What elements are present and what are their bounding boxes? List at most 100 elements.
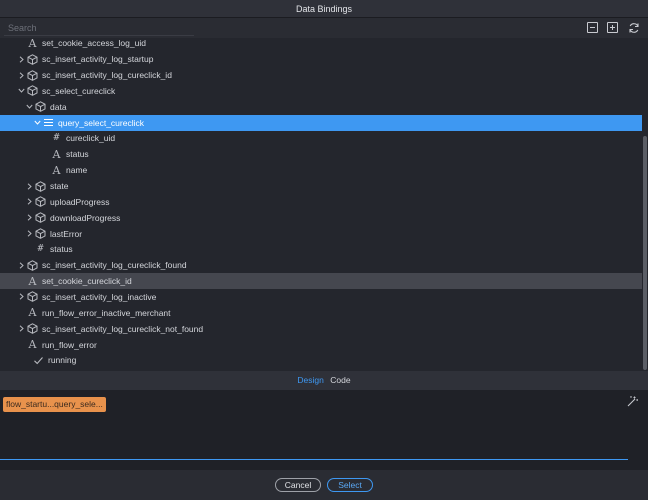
tree-row[interactable]: running: [0, 353, 642, 369]
search-input[interactable]: [4, 20, 194, 36]
expand-all-icon[interactable]: [606, 21, 619, 34]
chevron-right-icon[interactable]: [24, 213, 34, 223]
tree-row-label: sc_insert_activity_log_startup: [42, 54, 154, 65]
tree-row[interactable]: Aname: [0, 162, 642, 178]
chevron-down-icon[interactable]: [24, 102, 34, 112]
binding-token[interactable]: flow_startu...query_sele...: [3, 397, 106, 412]
magic-wand-icon[interactable]: [626, 395, 639, 408]
chevron-right-icon[interactable]: [16, 260, 26, 270]
cube-icon: [34, 100, 47, 113]
number-icon: #: [53, 132, 60, 144]
tree-row-label: sc_insert_activity_log_inactive: [42, 291, 157, 302]
tree-row-label: run_flow_error_inactive_merchant: [42, 307, 171, 318]
text-icon: A: [28, 274, 37, 288]
tree-row-label: downloadProgress: [50, 212, 121, 223]
tree-row-label: name: [66, 165, 88, 176]
cube-icon: [26, 84, 39, 97]
select-button[interactable]: Select: [327, 478, 373, 492]
cube-icon: [26, 322, 39, 335]
cube-icon: [34, 227, 47, 240]
scrollbar-thumb[interactable]: [643, 136, 647, 370]
tree-row[interactable]: Arun_flow_error: [0, 337, 642, 353]
tree-row[interactable]: lastError: [0, 226, 642, 242]
tree-row-label: query_select_cureclick: [58, 117, 144, 128]
cube-icon: [34, 180, 47, 193]
tree-row-label: running: [48, 355, 77, 366]
tree-row-label: data: [50, 101, 67, 112]
tree-row[interactable]: Aset_cookie_access_log_uid: [0, 38, 642, 51]
tree-row-label: sc_insert_activity_log_cureclick_found: [42, 260, 187, 271]
toolbar: [0, 18, 648, 38]
tree-row-label: cureclick_uid: [66, 133, 116, 144]
text-icon: A: [28, 338, 37, 352]
mode-tabs: Design Code: [0, 371, 648, 390]
tree-row[interactable]: # status: [0, 242, 642, 258]
tree-row-label: state: [50, 181, 69, 192]
dialog-footer: Cancel Select: [0, 470, 648, 500]
tree-row[interactable]: sc_insert_activity_log_cureclick_found: [0, 257, 642, 273]
list-icon: [42, 116, 55, 129]
tree-row-label: status: [50, 244, 73, 255]
tree-row[interactable]: query_select_cureclick: [0, 114, 642, 131]
cube-icon: [34, 211, 47, 224]
tree-row-label: sc_insert_activity_log_cureclick_id: [42, 70, 172, 81]
tree-row-label: set_cookie_access_log_uid: [42, 38, 146, 49]
tree-row[interactable]: state: [0, 178, 642, 194]
refresh-icon[interactable]: [627, 21, 640, 34]
cube-icon: [26, 259, 39, 272]
binding-tree: Aset_cookie_access_log_uid sc_insert_acti…: [0, 38, 642, 370]
tree-row-label: set_cookie_cureclick_id: [42, 276, 132, 287]
tree-row[interactable]: Astatus: [0, 146, 642, 162]
check-icon: [32, 354, 45, 367]
tree-row[interactable]: data: [0, 99, 642, 115]
cube-icon: [34, 195, 47, 208]
chevron-right-icon[interactable]: [16, 70, 26, 80]
tree-row-label: sc_select_cureclick: [42, 85, 116, 96]
tree-row[interactable]: Aset_cookie_cureclick_id: [0, 273, 642, 290]
chevron-down-icon[interactable]: [32, 118, 42, 128]
tree-row[interactable]: downloadProgress: [0, 210, 642, 226]
tree-row-label: sc_insert_activity_log_cureclick_not_fou…: [42, 323, 204, 334]
tree-row-label: status: [66, 149, 89, 160]
cube-icon: [26, 53, 39, 66]
tab-design[interactable]: Design: [297, 371, 323, 390]
tree-row[interactable]: sc_select_cureclick: [0, 83, 642, 99]
text-icon: A: [28, 38, 37, 50]
chevron-right-icon[interactable]: [16, 54, 26, 64]
chevron-right-icon[interactable]: [24, 181, 34, 191]
tree-row-label: uploadProgress: [50, 196, 110, 207]
chevron-right-icon[interactable]: [24, 229, 34, 239]
tree-row[interactable]: Arun_flow_error_inactive_merchant: [0, 305, 642, 321]
text-icon: A: [28, 306, 37, 320]
cancel-button[interactable]: Cancel: [275, 478, 321, 492]
text-icon: A: [52, 147, 61, 161]
tree-row[interactable]: sc_insert_activity_log_cureclick_id: [0, 67, 642, 83]
tree-row[interactable]: # cureclick_uid: [0, 131, 642, 147]
tree-row[interactable]: uploadProgress: [0, 194, 642, 210]
dialog-title: Data Bindings: [0, 0, 648, 18]
tree-row-label: run_flow_error: [42, 339, 97, 350]
cube-icon: [26, 69, 39, 82]
expression-editor[interactable]: flow_startu...query_sele...: [0, 390, 648, 470]
tree-row[interactable]: sc_insert_activity_log_inactive: [0, 289, 642, 305]
text-icon: A: [52, 163, 61, 177]
chevron-right-icon[interactable]: [16, 324, 26, 334]
tree-row[interactable]: sc_insert_activity_log_startup: [0, 51, 642, 67]
chevron-right-icon[interactable]: [16, 292, 26, 302]
chevron-down-icon[interactable]: [16, 86, 26, 96]
tree-row-label: lastError: [50, 228, 83, 239]
collapse-all-icon[interactable]: [586, 21, 599, 34]
tab-code[interactable]: Code: [330, 371, 350, 390]
editor-underline: [0, 459, 628, 460]
number-icon: #: [37, 243, 44, 255]
chevron-right-icon[interactable]: [24, 197, 34, 207]
tree-row[interactable]: sc_insert_activity_log_cureclick_not_fou…: [0, 321, 642, 337]
